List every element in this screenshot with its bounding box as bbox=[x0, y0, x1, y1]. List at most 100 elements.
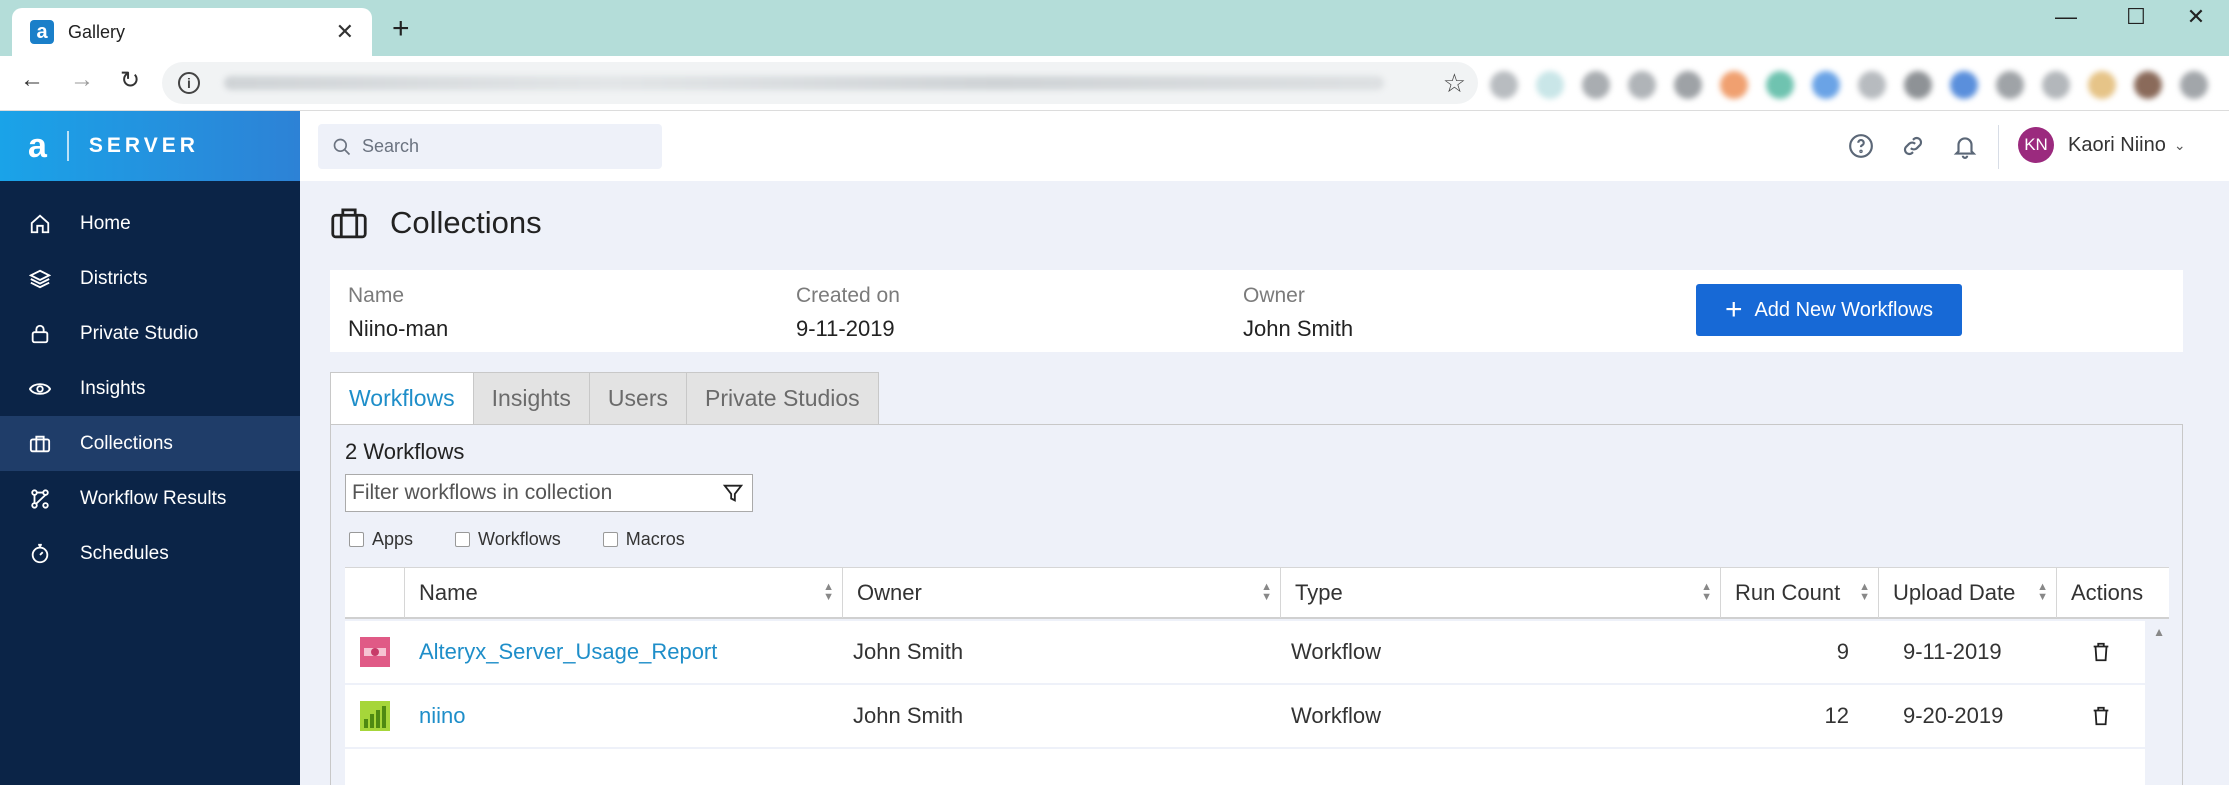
brand-logo: a bbox=[28, 126, 47, 165]
workflow-run-count: 12 bbox=[1824, 703, 1849, 728]
workflow-name-link[interactable]: Alteryx_Server_Usage_Report bbox=[405, 639, 843, 665]
trash-icon[interactable] bbox=[2090, 640, 2112, 664]
extension-icon[interactable] bbox=[1904, 71, 1932, 99]
minimize-icon[interactable]: — bbox=[2036, 0, 2096, 40]
thumbnail-cell bbox=[345, 637, 405, 667]
forward-icon[interactable]: → bbox=[64, 66, 100, 94]
sidebar-item-label: Insights bbox=[80, 377, 146, 399]
url-input[interactable]: i ☆ bbox=[162, 62, 1478, 104]
extension-icon[interactable] bbox=[1582, 71, 1610, 99]
add-button-label: Add New Workflows bbox=[1754, 298, 1934, 321]
extension-icon[interactable] bbox=[1720, 71, 1748, 99]
close-window-icon[interactable]: ✕ bbox=[2166, 0, 2226, 40]
sidebar-item-label: Schedules bbox=[80, 542, 169, 564]
workflow-run-count: 9 bbox=[1836, 639, 1849, 664]
sidebar-item-private-studio[interactable]: Private Studio bbox=[0, 306, 300, 361]
workflow-owner: John Smith bbox=[853, 703, 964, 728]
reload-icon[interactable]: ↻ bbox=[112, 66, 148, 95]
plus-icon: + bbox=[1724, 293, 1743, 326]
info-owner: Owner John Smith bbox=[1243, 284, 1353, 342]
workflows-checkbox-group[interactable]: Workflows bbox=[455, 529, 561, 550]
extension-icon[interactable] bbox=[2042, 71, 2070, 99]
column-header-owner[interactable]: Owner ▲ ▼ bbox=[843, 568, 1281, 618]
maximize-icon[interactable]: ☐ bbox=[2106, 0, 2166, 40]
extension-icon[interactable] bbox=[1674, 71, 1702, 99]
extension-icon[interactable] bbox=[1766, 71, 1794, 99]
macros-checkbox[interactable] bbox=[602, 532, 618, 547]
macros-label: Macros bbox=[625, 529, 685, 549]
briefcase-icon bbox=[28, 432, 52, 456]
extension-icon[interactable] bbox=[1628, 71, 1656, 99]
table-row[interactable]: niino John Smith Workflow 12 9-20-2019 bbox=[345, 685, 2145, 747]
macros-checkbox-group[interactable]: Macros bbox=[602, 529, 685, 550]
chevron-down-icon: ⌄ bbox=[2173, 136, 2186, 153]
column-label: Upload Date bbox=[1893, 580, 2016, 605]
workflows-checkbox[interactable] bbox=[455, 532, 471, 547]
column-header-run-count[interactable]: Run Count ▲ ▼ bbox=[1721, 568, 1879, 618]
extension-icon[interactable] bbox=[1950, 71, 1978, 99]
sidebar-item-label: Workflow Results bbox=[80, 487, 227, 509]
sort-icon[interactable]: ▲ ▼ bbox=[1701, 582, 1712, 603]
apps-checkbox-group[interactable]: Apps bbox=[349, 529, 413, 550]
page-title: Collections bbox=[390, 205, 542, 240]
search-input[interactable]: Search bbox=[318, 124, 662, 169]
close-tab-icon[interactable]: ✕ bbox=[336, 19, 354, 45]
bell-icon[interactable] bbox=[1952, 133, 1978, 159]
extension-icon[interactable] bbox=[1812, 71, 1840, 99]
help-icon[interactable] bbox=[1848, 133, 1874, 159]
tab-private-studios[interactable]: Private Studios bbox=[686, 372, 879, 425]
apps-checkbox[interactable] bbox=[349, 532, 364, 547]
sidebar-item-districts[interactable]: Districts bbox=[0, 251, 300, 306]
bookmark-star-icon[interactable]: ☆ bbox=[1443, 68, 1466, 99]
search-icon bbox=[333, 138, 351, 155]
table-row[interactable]: Alteryx_Server_Usage_Report John Smith W… bbox=[345, 621, 2145, 683]
blurred-url bbox=[224, 76, 1384, 90]
workflow-type: Workflow bbox=[1291, 639, 1382, 664]
user-menu[interactable]: KN Kaori Niino ⌄ bbox=[2018, 127, 2186, 163]
extension-icon[interactable] bbox=[1536, 71, 1564, 99]
profile-icon[interactable] bbox=[2134, 71, 2162, 99]
new-tab-button[interactable]: + bbox=[392, 12, 410, 46]
browser-tab-bar: a Gallery ✕ + — ☐ ✕ bbox=[0, 0, 2229, 56]
info-created: Created on 9-11-2019 bbox=[796, 284, 900, 342]
extension-icon[interactable] bbox=[1858, 71, 1886, 99]
sort-icon[interactable]: ▲ ▼ bbox=[1261, 582, 1272, 603]
sort-icon[interactable]: ▲ ▼ bbox=[823, 582, 834, 603]
column-header-name[interactable]: Name ▲ ▼ bbox=[405, 568, 843, 618]
scroll-up-arrow[interactable]: ▲ bbox=[2153, 625, 2165, 639]
brand-header[interactable]: a SERVER bbox=[0, 111, 300, 181]
sidebar-item-insights[interactable]: Insights bbox=[0, 361, 300, 416]
link-icon[interactable] bbox=[1900, 133, 1926, 159]
sort-icon[interactable]: ▲ ▼ bbox=[1859, 582, 1870, 603]
filter-input[interactable]: Filter workflows in collection bbox=[345, 474, 753, 512]
site-info-icon[interactable]: i bbox=[178, 72, 200, 94]
workflows-panel: 2 Workflows Filter workflows in collecti… bbox=[330, 424, 2183, 785]
back-icon[interactable]: ← bbox=[14, 66, 50, 94]
sidebar-item-schedules[interactable]: Schedules bbox=[0, 526, 300, 581]
extension-icon[interactable] bbox=[1490, 71, 1518, 99]
column-label: Type bbox=[1295, 580, 1343, 605]
workflow-name-link[interactable]: niino bbox=[405, 703, 843, 729]
filter-icon[interactable] bbox=[722, 482, 744, 504]
tab-workflows[interactable]: Workflows bbox=[330, 372, 474, 425]
filter-placeholder: Filter workflows in collection bbox=[352, 481, 613, 504]
column-header-type[interactable]: Type ▲ ▼ bbox=[1281, 568, 1721, 618]
tab-insights[interactable]: Insights bbox=[473, 372, 590, 425]
trash-icon[interactable] bbox=[2090, 704, 2112, 728]
workflows-label: Workflows bbox=[478, 529, 561, 549]
table-header: Name ▲ ▼ Owner ▲ ▼ Type ▲ ▼ Run Count ▲ ▼ Up… bbox=[345, 567, 2169, 619]
column-header-upload-date[interactable]: Upload Date ▲ ▼ bbox=[1879, 568, 2057, 618]
extension-icon[interactable] bbox=[1996, 71, 2024, 99]
sort-icon[interactable]: ▲ ▼ bbox=[2037, 582, 2048, 603]
add-new-workflows-button[interactable]: + Add New Workflows bbox=[1696, 284, 1962, 336]
column-label: Actions bbox=[2071, 580, 2144, 605]
sidebar-item-workflow-results[interactable]: Workflow Results bbox=[0, 471, 300, 526]
tab-users[interactable]: Users bbox=[589, 372, 687, 425]
extension-icon[interactable] bbox=[2088, 71, 2116, 99]
sidebar-item-home[interactable]: Home bbox=[0, 196, 300, 251]
workflows-table: Name ▲ ▼ Owner ▲ ▼ Type ▲ ▼ Run Count ▲ ▼ Up… bbox=[345, 567, 2169, 785]
sidebar-item-collections[interactable]: Collections bbox=[0, 416, 300, 471]
browser-tab[interactable]: a Gallery ✕ bbox=[12, 8, 372, 56]
menu-icon[interactable] bbox=[2180, 71, 2208, 99]
page-header: Collections bbox=[330, 205, 542, 241]
